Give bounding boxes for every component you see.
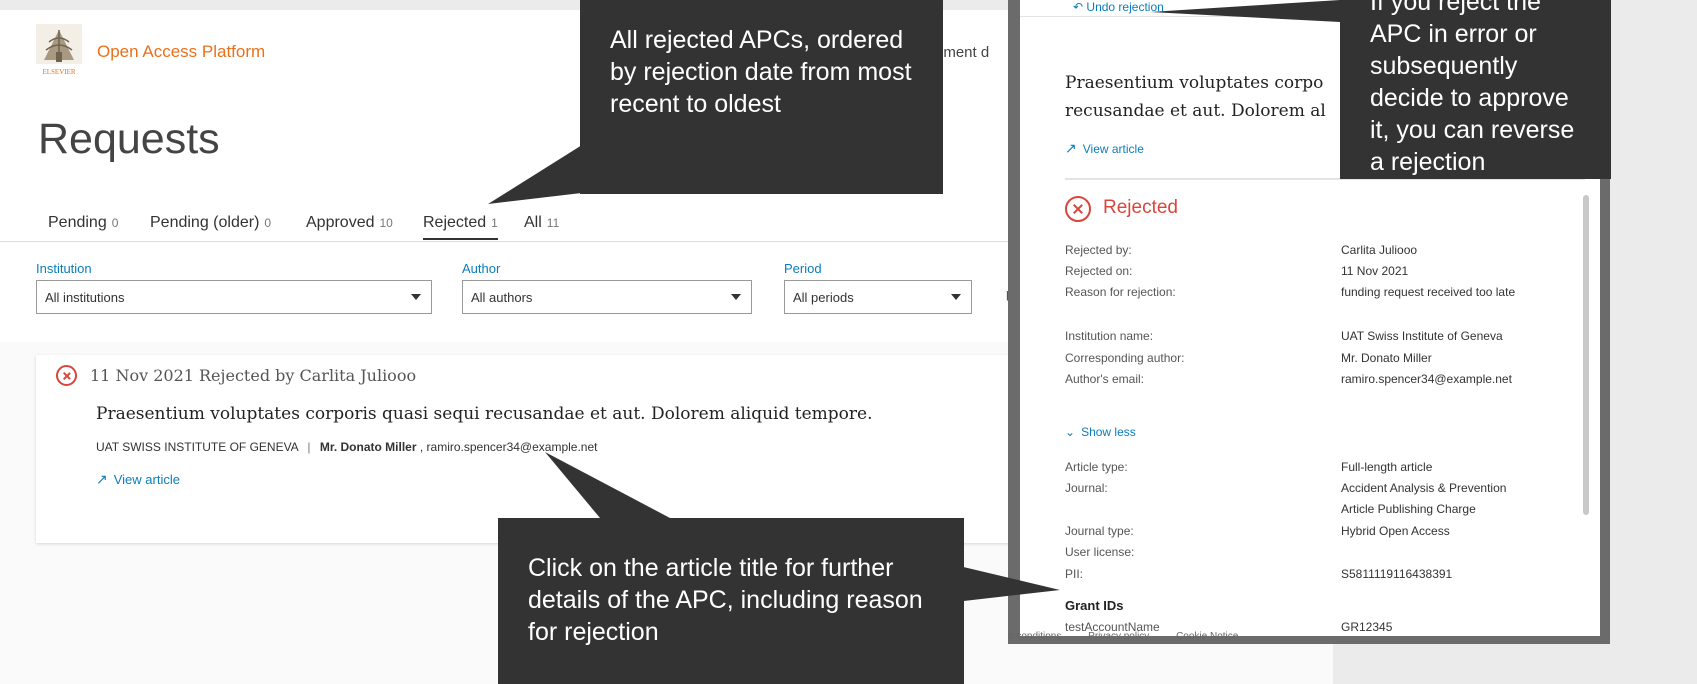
callout-pointer xyxy=(545,452,670,518)
callout-pointer xyxy=(955,565,1060,602)
callout-rejected-list: All rejected APCs, ordered by rejection … xyxy=(580,0,943,194)
callout-pointer xyxy=(488,140,590,204)
callout-pointer xyxy=(1150,0,1340,22)
callout-article-title: Click on the article title for further d… xyxy=(498,518,964,684)
callout-reverse-rejection: If you reject the APC in error or subseq… xyxy=(1340,0,1611,179)
